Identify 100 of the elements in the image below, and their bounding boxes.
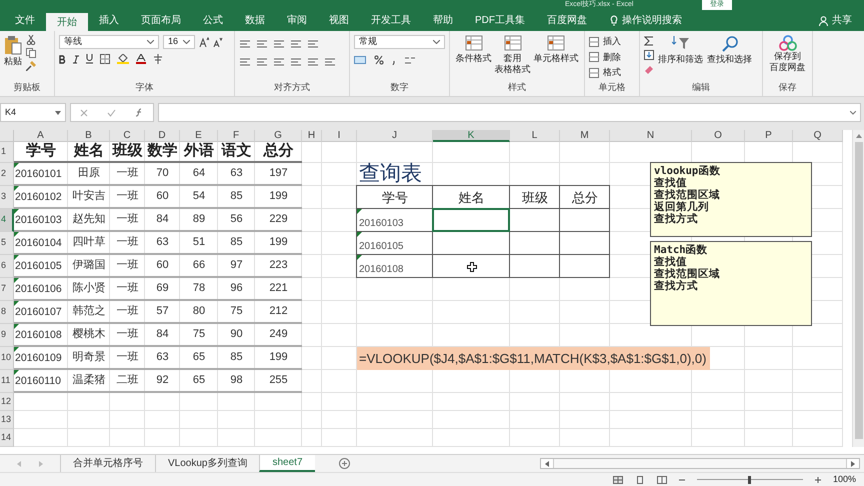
- column-header[interactable]: K: [433, 130, 510, 142]
- format-painter-icon[interactable]: [26, 61, 36, 71]
- zoom-out-icon[interactable]: [678, 476, 685, 482]
- column-header[interactable]: D: [145, 130, 180, 142]
- cells-button[interactable]: 删除: [589, 50, 621, 64]
- fill-icon[interactable]: [644, 50, 654, 60]
- search-icon[interactable]: [720, 35, 738, 53]
- borders-icon[interactable]: [100, 54, 110, 64]
- scrollbar-thumb[interactable]: [854, 142, 862, 439]
- column-header[interactable]: L: [510, 130, 560, 142]
- paste-button[interactable]: 粘贴: [4, 35, 22, 68]
- column-header[interactable]: A: [14, 130, 68, 142]
- zoom-slider-thumb[interactable]: [748, 476, 752, 484]
- row-header[interactable]: 4: [0, 209, 14, 232]
- style-button[interactable]: 条件格式: [456, 35, 492, 64]
- autosum-icon[interactable]: [644, 36, 654, 46]
- row-header[interactable]: 2: [0, 163, 14, 186]
- row-header[interactable]: 9: [0, 324, 14, 347]
- menu-tab[interactable]: 开发工具: [360, 10, 422, 31]
- scroll-left-icon[interactable]: [545, 460, 549, 466]
- cell-styles-icon[interactable]: [547, 35, 565, 53]
- name-box[interactable]: K4: [0, 103, 66, 122]
- vertical-scrollbar[interactable]: [852, 130, 864, 447]
- font-name-dropdown[interactable]: 等线: [59, 35, 159, 49]
- menu-tab[interactable]: 文件: [4, 10, 46, 31]
- clipboard-icon[interactable]: [4, 35, 22, 55]
- column-header[interactable]: F: [218, 130, 255, 142]
- formula-input[interactable]: [158, 103, 861, 122]
- number-format-dropdown[interactable]: 常规: [354, 35, 445, 49]
- zoom-in-icon[interactable]: [814, 476, 821, 482]
- menu-tab[interactable]: 公式: [192, 10, 234, 31]
- row-header[interactable]: 13: [0, 411, 14, 429]
- copy-icon[interactable]: [26, 48, 36, 58]
- horizontal-scrollbar[interactable]: [540, 458, 860, 469]
- menu-tab[interactable]: 开始: [46, 13, 88, 31]
- save-to-cloud-button[interactable]: 保存到 百度网盘: [767, 35, 808, 73]
- menu-tab[interactable]: 帮助: [422, 10, 464, 31]
- menu-tab[interactable]: 数据: [234, 10, 276, 31]
- column-header[interactable]: O: [692, 130, 745, 142]
- scroll-up-icon[interactable]: [856, 134, 862, 138]
- chevron-down-icon[interactable]: [433, 40, 440, 44]
- column-header[interactable]: E: [180, 130, 218, 142]
- font-size-dropdown[interactable]: 16: [163, 35, 195, 49]
- zoom-level[interactable]: 100%: [832, 472, 856, 486]
- column-header[interactable]: G: [255, 130, 302, 142]
- cells-button[interactable]: 插入: [589, 35, 621, 48]
- chevron-down-icon[interactable]: [147, 40, 154, 44]
- column-header[interactable]: I: [322, 130, 357, 142]
- accounting-format-icon[interactable]: [354, 55, 366, 65]
- conditional-format-icon[interactable]: [464, 35, 482, 53]
- row-header[interactable]: 8: [0, 301, 14, 324]
- expand-icon[interactable]: [850, 110, 856, 114]
- sheet-tab[interactable]: sheet7: [259, 455, 315, 472]
- row-header[interactable]: 11: [0, 370, 14, 393]
- zoom-slider-track[interactable]: [696, 476, 803, 484]
- share-button[interactable]: 共享: [832, 13, 852, 28]
- fill-color-icon[interactable]: [117, 54, 129, 64]
- row-header[interactable]: 10: [0, 347, 14, 370]
- editing-button[interactable]: 查找和选择: [707, 35, 752, 66]
- column-header[interactable]: J: [357, 130, 433, 142]
- eraser-icon[interactable]: [644, 64, 654, 74]
- menu-tab[interactable]: 百度网盘: [536, 10, 598, 31]
- scroll-right-icon[interactable]: [851, 460, 855, 466]
- menu-tab[interactable]: 页面布局: [130, 10, 192, 31]
- column-header[interactable]: P: [745, 130, 793, 142]
- row-header[interactable]: 5: [0, 232, 14, 255]
- italic-icon[interactable]: [73, 54, 79, 64]
- table-format-icon[interactable]: [504, 35, 522, 53]
- decrease-font-icon[interactable]: [213, 37, 223, 47]
- row-header[interactable]: 6: [0, 255, 14, 278]
- increase-font-icon[interactable]: [199, 37, 209, 47]
- row-header[interactable]: 14: [0, 429, 14, 447]
- chevron-down-icon[interactable]: [183, 40, 190, 44]
- bold-icon[interactable]: [59, 54, 66, 64]
- style-button[interactable]: 单元格样式: [534, 35, 578, 64]
- row-header[interactable]: 7: [0, 278, 14, 301]
- phonetic-icon[interactable]: [153, 54, 163, 64]
- column-header[interactable]: B: [68, 130, 110, 142]
- row-header[interactable]: 12: [0, 393, 14, 411]
- cells-button[interactable]: 格式: [589, 66, 621, 80]
- page-layout-icon[interactable]: [634, 476, 645, 484]
- menu-tab[interactable]: 视图: [318, 10, 360, 31]
- insert-function-icon[interactable]: [134, 108, 144, 117]
- percent-icon[interactable]: [374, 55, 384, 65]
- menu-tab[interactable]: PDF工具集: [464, 10, 536, 31]
- horizontal-scrollbar-thumb[interactable]: [553, 459, 847, 468]
- selected-cell[interactable]: [432, 208, 510, 232]
- cut-icon[interactable]: [26, 35, 36, 45]
- column-header[interactable]: M: [560, 130, 610, 142]
- column-header[interactable]: H: [302, 130, 322, 142]
- font-color-icon[interactable]: [136, 54, 146, 64]
- tell-me-search[interactable]: 操作说明搜索: [622, 13, 682, 28]
- style-button[interactable]: 套用 表格格式: [494, 35, 530, 75]
- page-break-icon[interactable]: [656, 476, 667, 484]
- menu-tab[interactable]: 插入: [88, 10, 130, 31]
- add-sheet-icon[interactable]: [339, 458, 350, 469]
- column-header[interactable]: N: [610, 130, 692, 142]
- underline-icon[interactable]: [86, 54, 93, 64]
- editing-button[interactable]: 排序和筛选: [658, 35, 703, 66]
- column-header[interactable]: Q: [793, 130, 843, 142]
